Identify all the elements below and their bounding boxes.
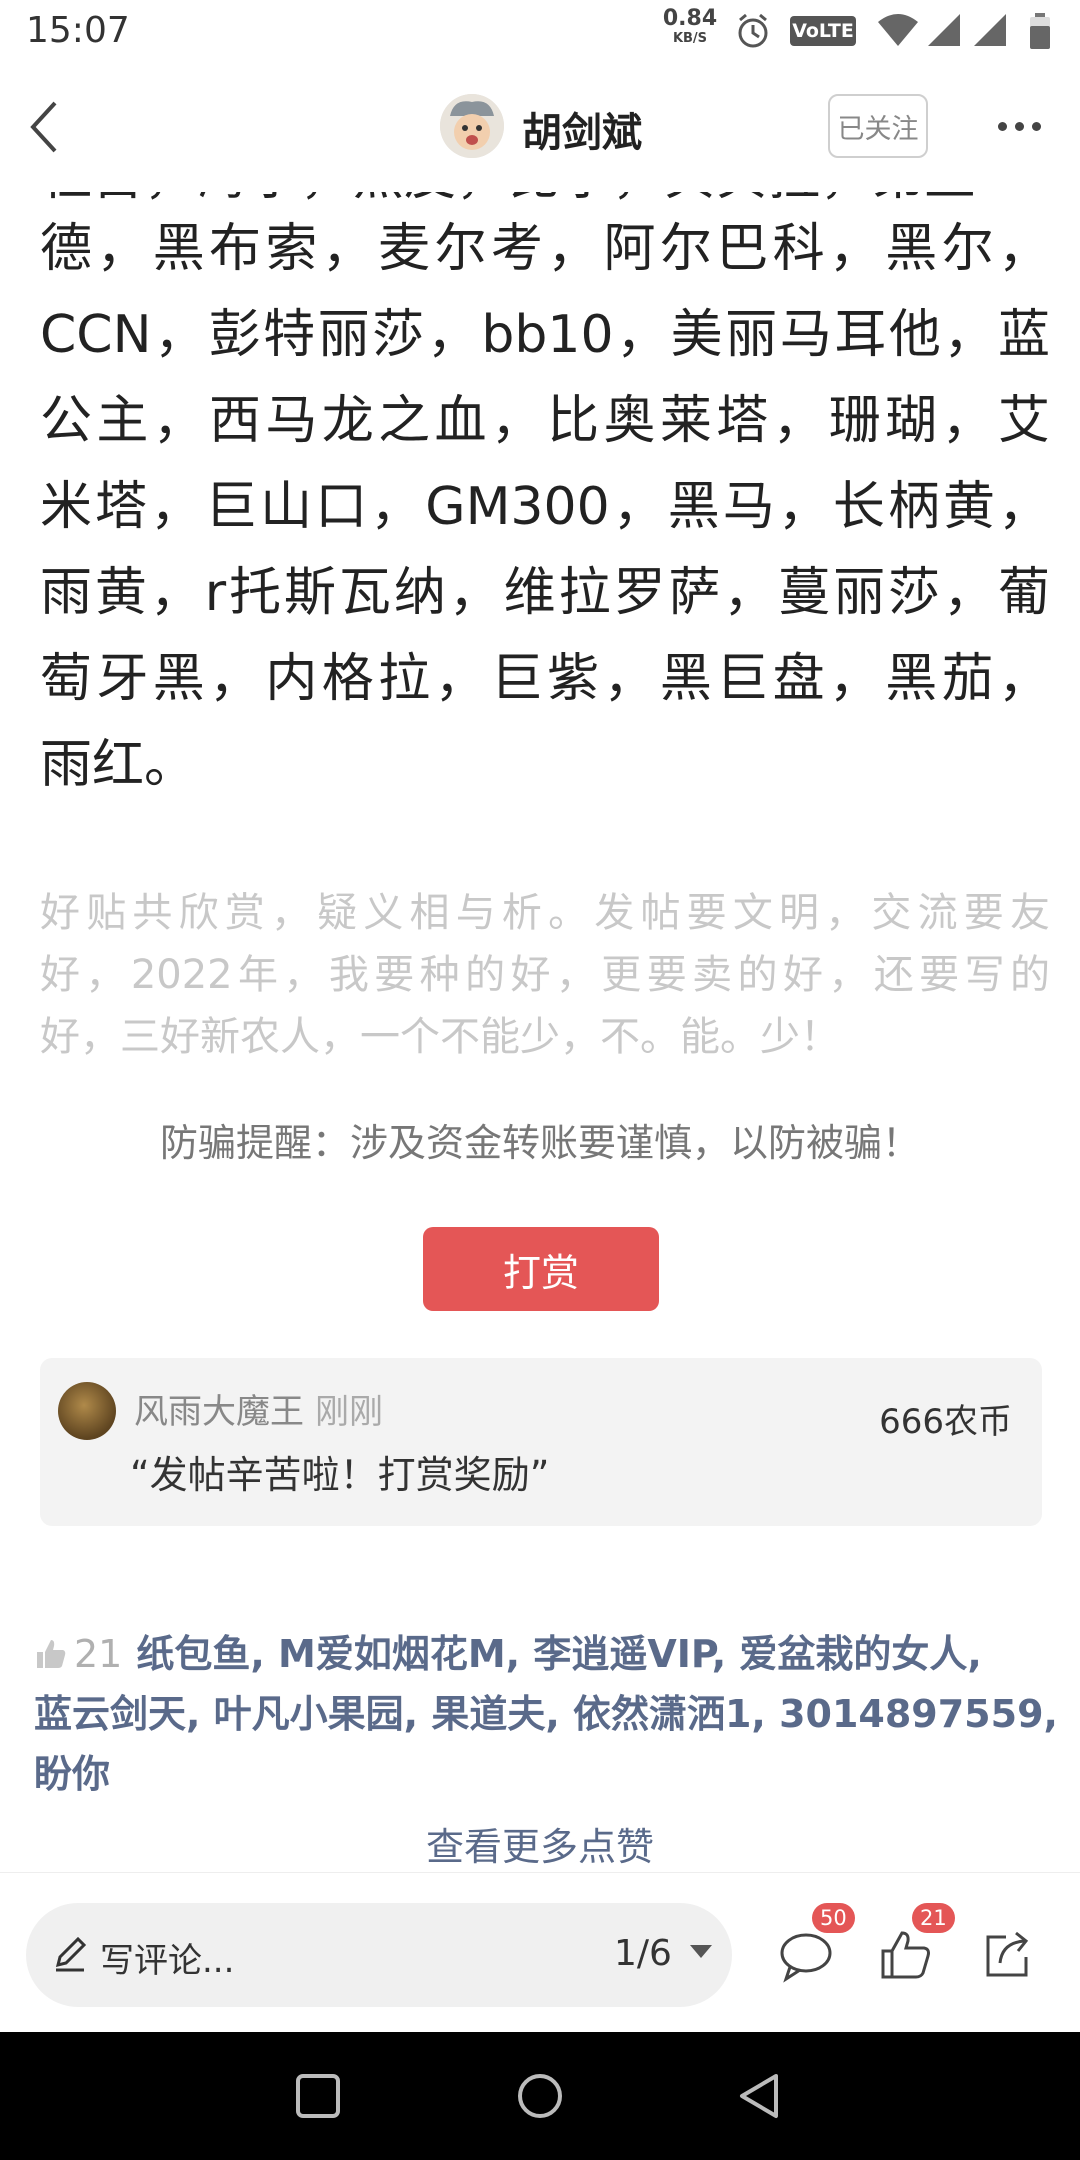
back-arrow-icon (30, 101, 57, 153)
article-text-line: CCN，彭特丽莎，bb10，美丽马耳他，蓝 (40, 305, 1050, 365)
like-button[interactable]: 21 (878, 1903, 955, 1983)
author-name[interactable]: 胡剑斌 (522, 100, 642, 158)
likes-line: 21 纸包鱼, M爱如烟花M, 李逍遥VIP, 爱盆栽的女人, (34, 1624, 1054, 1684)
view-more-likes-link[interactable]: 查看更多点赞 (0, 1816, 1080, 1871)
more-button[interactable] (984, 104, 1054, 148)
reward-message: “发帖辛苦啦！打赏奖励” (130, 1453, 550, 1497)
slogan-line: 好，2022年，我要种的好，更要卖的好，还要写的 (40, 952, 1050, 998)
slogan-line: 好，三好新农人，一个不能少，不。能。少！ (40, 1014, 840, 1060)
more-dot (1014, 121, 1024, 131)
follow-button[interactable]: 已关注 (828, 94, 928, 158)
author-avatar-image (440, 94, 504, 158)
system-navigation-bar (0, 2032, 1080, 2160)
network-speed: 0.84 KB/S (660, 6, 720, 46)
net-speed-value: 0.84 (662, 6, 718, 31)
reward-record: 风雨大魔王 刚刚 666农币 “发帖辛苦啦！打赏奖励” (40, 1358, 1042, 1526)
share-icon (986, 1931, 1029, 1977)
wifi-icon (878, 14, 918, 46)
reward-amount: 666农币 (879, 1402, 1012, 1442)
article-text-line: 公主，西马龙之血，比奥莱塔，珊瑚，艾 (40, 391, 1050, 451)
share-button[interactable] (980, 1927, 1036, 1983)
status-time: 15:07 (26, 10, 130, 51)
comment-placeholder: 写评论... (100, 1941, 235, 1981)
page-indicator[interactable]: 1/6 (614, 1933, 672, 1974)
article-content: 杜首，海尔，黑皮，比尔，贝贝拉，弟兰 德，黑布索，麦尔考，阿尔巴科，黑尔， CC… (0, 192, 1080, 1872)
comment-input[interactable]: 写评论... 1/6 (26, 1903, 732, 2007)
top-bar: 胡剑斌 已关注 (0, 62, 1080, 192)
thumb-up-icon (37, 1640, 66, 1668)
home-circle-icon[interactable] (514, 2070, 566, 2122)
signature-slogan: 好贴共欣赏，疑义相与析。发帖要文明，交流要友 好，2022年，我要种的好，更要卖… (40, 882, 1050, 1068)
back-triangle-icon[interactable] (734, 2070, 786, 2122)
chevron-down-icon[interactable] (690, 1945, 712, 1958)
likes-names[interactable]: 蓝云剑天, 叶凡小果园, 果道夫, 依然潇洒1, 3014897559, (34, 1684, 1058, 1744)
likes-names[interactable]: 纸包鱼, M爱如烟花M, 李逍遥VIP, 爱盆栽的女人, (136, 1632, 981, 1676)
pencil-icon (55, 1936, 87, 1972)
like-count-badge: 21 (912, 1903, 955, 1933)
status-bar: 15:07 0.84 KB/S VoLTE (0, 0, 1080, 62)
battery-icon (1030, 13, 1050, 49)
reward-user-avatar[interactable] (58, 1382, 116, 1440)
fraud-warning: 防骗提醒：涉及资金转账要谨慎，以防被骗！ (159, 1121, 920, 1165)
reward-time: 刚刚 (315, 1392, 383, 1432)
more-dots-icon (997, 121, 1007, 131)
comment-count-badge: 50 (812, 1903, 855, 1933)
article-text-line: 萄牙黑，内格拉，巨紫，黑巨盘，黑茄， (40, 649, 1050, 709)
slogan-line: 好贴共欣赏，疑义相与析。发帖要文明，交流要友 (40, 890, 1050, 936)
article-body: 德，黑布索，麦尔考，阿尔巴科，黑尔， CCN，彭特丽莎，bb10，美丽马耳他，蓝… (40, 206, 1050, 808)
likes-names[interactable]: 盼你 (34, 1744, 1054, 1804)
article-text-line: 米塔，巨山口，GM300，黑马，长柄黄， (40, 477, 1050, 537)
signal-icon-2 (974, 14, 1006, 46)
signal-icon (928, 14, 960, 46)
likes-count: 21 (74, 1632, 123, 1676)
back-button[interactable] (14, 92, 74, 162)
thumb-up-icon (881, 1931, 930, 1979)
likes-list: 21 纸包鱼, M爱如烟花M, 李逍遥VIP, 爱盆栽的女人, 蓝云剑天, 叶凡小… (34, 1624, 1058, 1804)
article-text-line: 雨红。 (40, 735, 197, 795)
article-text-line: 雨黄，r托斯瓦纳，维拉罗萨，蔓丽莎，葡 (40, 563, 1050, 623)
comment-bubble-icon (780, 1933, 832, 1983)
author-avatar[interactable] (440, 94, 504, 158)
alarm-icon (738, 13, 768, 48)
net-speed-unit: KB/S (672, 31, 708, 46)
tip-button[interactable]: 打赏 (423, 1227, 659, 1311)
more-dot (1031, 121, 1041, 131)
article-text-line: 德，黑布索，麦尔考，阿尔巴科，黑尔， (40, 219, 1050, 279)
reward-user-name[interactable]: 风雨大魔王 (134, 1384, 304, 1433)
comments-button[interactable]: 50 (778, 1903, 855, 1983)
recents-square-icon[interactable] (292, 2070, 344, 2122)
bottom-action-bar: 写评论... 1/6 50 21 (0, 1872, 1080, 2032)
volte-icon: VoLTE (790, 16, 856, 46)
